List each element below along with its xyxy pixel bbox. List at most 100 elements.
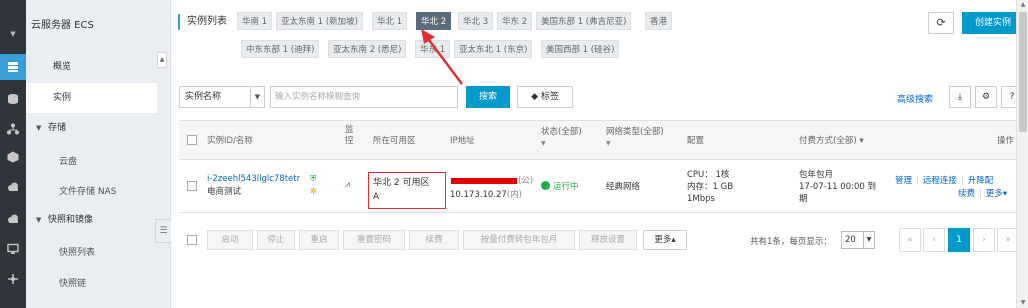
main-content: 实例列表 华南 1 亚太东南 1 (新加坡) 华北 1 华北 2 华北 3 华东…: [171, 0, 1028, 308]
cube-icon[interactable]: [0, 144, 26, 170]
scroll-thumb[interactable]: [1019, 12, 1027, 132]
release-settings-button[interactable]: 释放设置: [579, 230, 637, 250]
region-tab-active[interactable]: 华北 2: [416, 12, 452, 30]
search-input[interactable]: [270, 86, 458, 108]
cloud-icon[interactable]: [0, 174, 26, 200]
col-zone: 所在可用区: [373, 136, 416, 146]
chevron-down-icon: ▼: [250, 87, 264, 107]
start-button[interactable]: 启动: [207, 230, 253, 250]
col-ip: IP地址: [450, 136, 475, 146]
region-tab[interactable]: 华北 1: [372, 12, 408, 30]
database-icon[interactable]: [0, 86, 26, 112]
region-tab[interactable]: 亚太东南 1 (新加坡): [276, 12, 363, 30]
table-header: 实例ID/名称 监 控 所在可用区 IP地址 状态(全部) ▼ 网络类型(全部)…: [179, 120, 1028, 160]
chevron-down-icon: ▼: [541, 140, 546, 147]
region-tab[interactable]: 亚太东北 1 (东京): [454, 40, 533, 58]
monitor-chart-icon[interactable]: ⩘: [345, 179, 350, 191]
footer-select-all-checkbox[interactable]: [187, 235, 197, 245]
sidebar-group-snapshots[interactable]: ▼ 快照和镜像: [36, 210, 93, 230]
search-field-select[interactable]: 实例名称 ▼: [179, 86, 265, 108]
table-footer: 启动 停止 重启 重置密码 续费 按量付费转包年包月 释放设置 更多▴ 共有1条…: [179, 226, 1028, 254]
sidebar-collapse-icon[interactable]: ☰: [155, 219, 171, 243]
monitor-icon[interactable]: [0, 236, 26, 262]
billing-type: 包年包月: [799, 170, 834, 180]
gear-icon[interactable]: ⚙: [975, 86, 997, 108]
page-size-select[interactable]: 20 ▼: [841, 231, 875, 249]
sidebar-scroll-up-icon[interactable]: ▲: [157, 52, 167, 68]
tag-icon: ◆: [531, 92, 539, 102]
sidebar-item-overview[interactable]: 概览: [26, 52, 157, 82]
table-row: i-2zeehl543llglc78tetr 电商测试 ⛨ ✲ ⩘ 华北 2 可…: [179, 161, 1028, 213]
rail-toggle-icon[interactable]: ▼: [0, 26, 26, 42]
ip-public-suffix: (公): [518, 176, 534, 186]
col-config: 配置: [687, 136, 705, 146]
gear-badge-icon: ✲: [310, 187, 318, 197]
server-icon[interactable]: [0, 54, 26, 80]
region-tab[interactable]: 华北 3: [458, 12, 494, 30]
chevron-down-icon: ▾: [1002, 189, 1008, 199]
search-button[interactable]: 搜索: [466, 86, 510, 108]
select-all-checkbox[interactable]: [187, 135, 197, 145]
stop-button[interactable]: 停止: [257, 230, 295, 250]
more-actions-link[interactable]: 更多: [986, 189, 1003, 199]
scroll-up-icon[interactable]: ▲: [1017, 0, 1028, 10]
refresh-button[interactable]: ⟳: [928, 12, 954, 34]
sidebar-item-snapshot-chain[interactable]: 快照链: [59, 276, 86, 289]
next-page-button[interactable]: ›: [973, 228, 995, 252]
region-tab[interactable]: 华东 2: [497, 12, 533, 30]
col-monitor: 监 控: [345, 125, 354, 146]
col-billing-filter[interactable]: 付费方式(全部) ▾: [799, 136, 864, 147]
config-cpu: CPU： 1核: [687, 170, 730, 180]
sidebar-item-disks[interactable]: 云盘: [59, 154, 77, 167]
sidebar-item-instances[interactable]: 实例: [26, 83, 157, 113]
restart-button[interactable]: 重启: [299, 230, 339, 250]
total-count: 共有1条，每页显示：: [750, 237, 832, 247]
col-id-name: 实例ID/名称: [207, 136, 253, 146]
page-scrollbar[interactable]: ▲ ▼: [1016, 0, 1028, 308]
tag-filter-button[interactable]: ◆ 标签: [517, 86, 573, 108]
row-checkbox[interactable]: [187, 181, 197, 191]
page-1-button[interactable]: 1: [948, 228, 970, 252]
renew-link[interactable]: 续费: [958, 189, 975, 199]
region-tab[interactable]: 华南 1: [237, 12, 273, 30]
export-icon[interactable]: ⤓: [949, 86, 971, 108]
chevron-up-icon: ▴: [671, 235, 676, 245]
page-title: 实例列表: [178, 14, 227, 30]
sidebar-item-nas[interactable]: 文件存储 NAS: [59, 184, 116, 197]
col-network-filter[interactable]: 网络类型(全部) ▼: [606, 127, 664, 149]
col-status-filter[interactable]: 状态(全部) ▼: [541, 127, 582, 149]
convert-billing-button[interactable]: 按量付费转包年包月: [463, 230, 575, 250]
region-tab[interactable]: 中东东部 1 (迪拜): [241, 40, 320, 58]
config-bandwidth: 1Mbps: [687, 194, 715, 204]
network-icon[interactable]: [0, 116, 26, 142]
renew-button[interactable]: 续费: [409, 230, 459, 250]
manage-link[interactable]: 管理: [895, 176, 912, 186]
instance-id-link[interactable]: i-2zeehl543llglc78tetr: [207, 173, 300, 185]
ip-private: 10.173.10.27(内): [450, 190, 522, 200]
scroll-down-icon[interactable]: ▼: [1017, 298, 1028, 308]
more-button[interactable]: 更多▴: [643, 230, 687, 250]
remote-connect-link[interactable]: 远程连接: [923, 176, 957, 186]
prev-page-button[interactable]: ‹: [923, 228, 945, 252]
reset-password-button[interactable]: 重置密码: [343, 230, 405, 250]
cross-arrows-icon[interactable]: [0, 266, 26, 292]
resize-link[interactable]: 升降配: [968, 176, 994, 186]
config-memory: 内存：1 GB: [687, 182, 734, 192]
first-page-button[interactable]: «: [899, 228, 921, 252]
cloud-upload-icon[interactable]: [0, 206, 26, 232]
shield-icon: ⛨: [310, 174, 317, 184]
region-tab[interactable]: 香港: [645, 12, 673, 30]
status-dot-icon: [541, 181, 550, 190]
region-tab[interactable]: 亚太东南 2 (悉尼): [328, 40, 407, 58]
chevron-down-icon: ▼: [863, 232, 874, 248]
region-tab[interactable]: 美国西部 1 (硅谷): [541, 40, 620, 58]
chevron-down-icon: ▼: [606, 140, 611, 147]
region-tab[interactable]: 华东 1: [415, 40, 451, 58]
region-tab[interactable]: 美国东部 1 (弗吉尼亚): [536, 12, 632, 30]
status-badge: 运行中: [541, 181, 579, 193]
sidebar-group-storage[interactable]: ▼ 存储: [36, 118, 66, 138]
sidebar-item-snapshot-list[interactable]: 快照列表: [59, 245, 95, 258]
create-instance-button[interactable]: 创建实例: [962, 12, 1024, 34]
chevron-down-icon: ▾: [859, 136, 864, 146]
advanced-search-link[interactable]: 高级搜索: [897, 92, 933, 105]
